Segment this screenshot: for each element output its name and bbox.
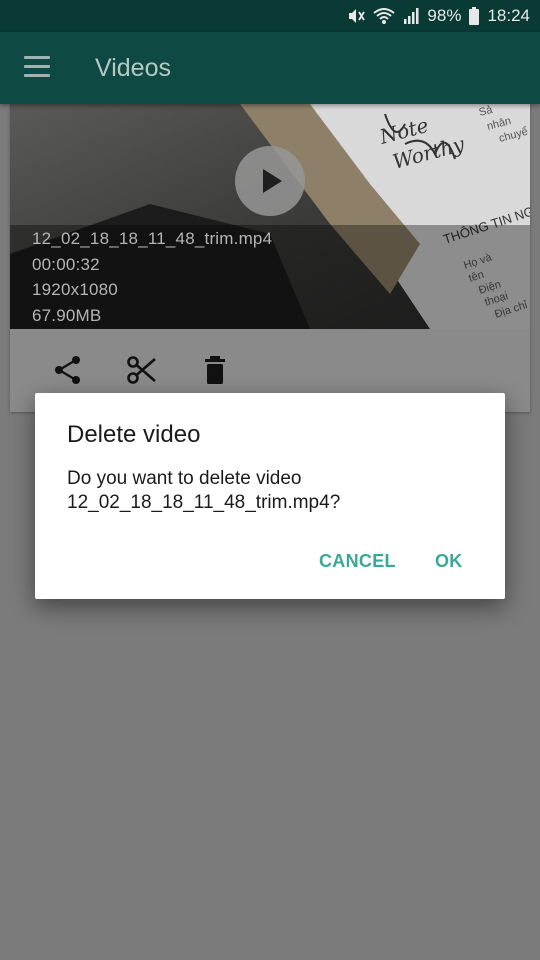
video-thumbnail[interactable]: Note Worthy Sả nhân chuyể THÔNG TIN NG H… — [10, 104, 530, 329]
app-bar: Videos — [0, 32, 540, 104]
signal-icon — [404, 8, 419, 24]
video-duration: 00:00:32 — [32, 255, 100, 274]
dialog-message-line-1: Do you want to delete video — [67, 468, 302, 489]
status-icons: 98% 18:24 — [347, 5, 530, 27]
share-icon[interactable] — [54, 355, 82, 385]
wifi-icon — [373, 8, 396, 24]
play-icon — [263, 169, 282, 193]
video-info-overlay: 12_02_18_18_11_48_trim.mp4 00:00:32 1920… — [10, 225, 530, 329]
mute-icon — [349, 9, 366, 23]
battery-icon — [469, 7, 480, 25]
video-filename: 12_02_18_18_11_48_trim.mp4 — [32, 229, 273, 248]
play-button[interactable] — [235, 146, 305, 216]
dialog-message-line-2: 12_02_18_18_11_48_trim.mp4? — [67, 492, 341, 513]
dialog-title: Delete video — [67, 421, 201, 448]
battery-percent: 98% — [427, 6, 462, 25]
scissors-icon[interactable] — [127, 355, 157, 385]
video-size: 67.90MB — [32, 306, 102, 325]
delete-video-dialog: Delete video Do you want to delete video… — [35, 393, 505, 599]
dialog-message: Do you want to delete video 12_02_18_18_… — [67, 467, 477, 515]
video-resolution: 1920x1080 — [32, 280, 118, 299]
clock: 18:24 — [487, 6, 530, 25]
ok-button[interactable]: OK — [435, 551, 463, 572]
cancel-button[interactable]: CANCEL — [319, 551, 396, 572]
status-bar: 98% 18:24 — [0, 0, 540, 32]
app-title: Videos — [95, 54, 171, 82]
video-card[interactable]: Note Worthy Sả nhân chuyể THÔNG TIN NG H… — [10, 104, 530, 412]
hamburger-menu-icon[interactable] — [24, 56, 50, 78]
trash-icon[interactable] — [204, 355, 226, 385]
